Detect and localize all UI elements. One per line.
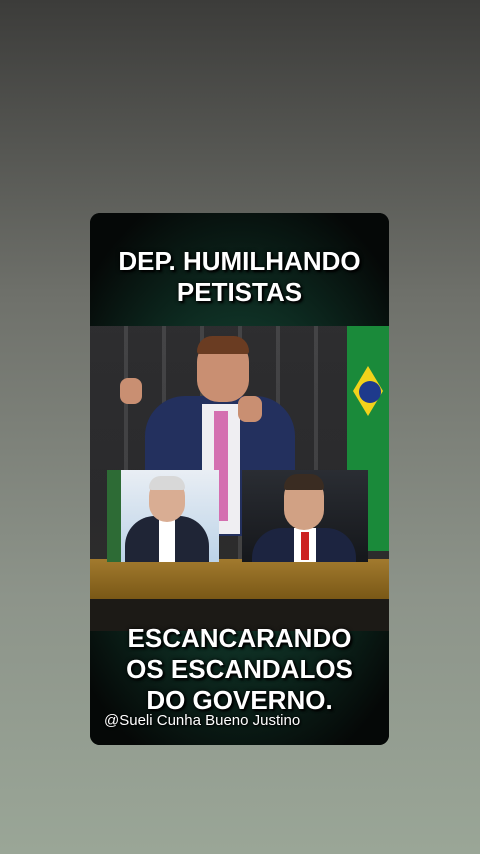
inset-photo-left bbox=[107, 470, 219, 562]
flag-circle bbox=[359, 381, 381, 403]
watermark-text: @Sueli Cunha Bueno Justino bbox=[104, 712, 301, 729]
inset-flag-icon bbox=[107, 470, 121, 562]
inset-right-tie bbox=[301, 532, 309, 560]
headline-bottom: ESCANCARANDO OS ESCANDALOS DO GOVERNO. bbox=[90, 623, 389, 716]
inset-photo-right bbox=[242, 470, 368, 562]
headline-bottom-line2: OS ESCANDALOS bbox=[126, 654, 353, 684]
inset-left-shirt bbox=[159, 518, 175, 562]
speaker-right-hand bbox=[238, 396, 262, 422]
speaker-hair bbox=[197, 336, 249, 354]
video-card[interactable]: DEP. HUMILHANDO PETISTAS ESCANCARANDO OS… bbox=[90, 213, 389, 745]
video-frame[interactable] bbox=[90, 326, 389, 631]
inset-left-hair bbox=[149, 476, 185, 490]
headline-top-line1: DEP. HUMILHANDO bbox=[118, 246, 361, 276]
inset-right-hair bbox=[284, 474, 324, 490]
headline-bottom-line1: ESCANCARANDO bbox=[127, 623, 352, 653]
desk bbox=[90, 559, 389, 599]
speaker-left-hand bbox=[120, 378, 142, 404]
headline-top-line2: PETISTAS bbox=[176, 277, 303, 307]
headline-top: DEP. HUMILHANDO PETISTAS bbox=[90, 246, 389, 308]
